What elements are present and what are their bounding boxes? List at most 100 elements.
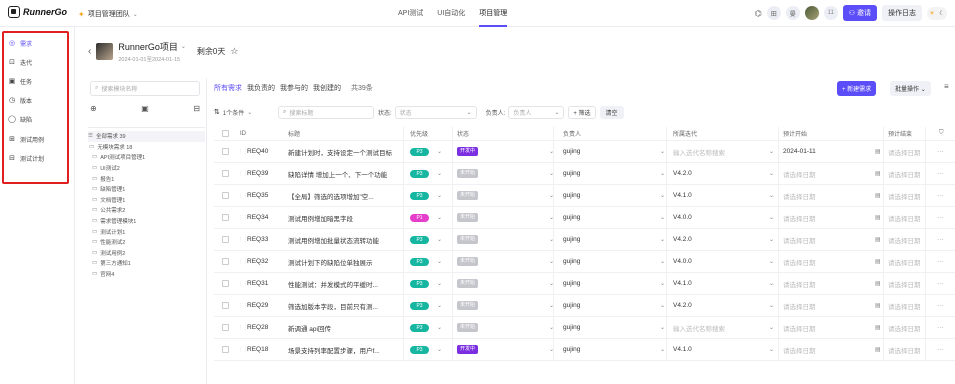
row-checkbox[interactable]	[222, 339, 232, 360]
start-date-picker[interactable]: 请选择日期 ▤	[783, 207, 883, 228]
row-checkbox[interactable]	[222, 317, 232, 338]
end-date-picker[interactable]: 请选择日期	[888, 317, 922, 338]
tab-project-management[interactable]: 项目管理	[479, 0, 508, 27]
owner-select[interactable]: gujing ⌄	[563, 141, 668, 162]
row-checkbox[interactable]	[222, 251, 232, 272]
table-row[interactable]: ⋮⋮ REQ32 测试计划下的缺陷位单独展示 P3 ⌄ 未开始 ⌄ gujing ⌄ V4.0.0…	[214, 251, 955, 273]
tab-my-created[interactable]: 我创建的	[313, 83, 341, 93]
table-row[interactable]: ⋮⋮ REQ34 测试用例增加暗黑字段 P1 ⌄ 未开始 ⌄ gujing ⌄ V4.0.0 ⌄ 请选…	[214, 207, 955, 229]
module-item[interactable]: ▭ 文档管理1	[88, 195, 205, 206]
more-icon[interactable]: ···	[937, 141, 949, 162]
iteration-select[interactable]: V4.1.0 ⌄	[673, 273, 777, 294]
checkbox[interactable]	[222, 346, 229, 353]
member-count[interactable]: 11	[823, 6, 838, 20]
module-item[interactable]: ▭ 测试用例2	[88, 248, 205, 259]
table-row[interactable]: ⋮⋮ REQ28 新调通 api回传 P3 ⌄ 未开始 ⌄ gujing ⌄ 输入迭代名称搜索 ⌄ 请…	[214, 317, 955, 339]
leftnav-item[interactable]: ◯ 缺陷	[8, 112, 64, 126]
start-date-picker[interactable]: 请选择日期 ▤	[783, 251, 883, 272]
end-date-picker[interactable]: 请选择日期	[888, 273, 922, 294]
chevron-down-icon[interactable]: ⌄	[181, 43, 186, 50]
priority-select[interactable]: P3 ⌄	[410, 295, 455, 316]
priority-select[interactable]: P3 ⌄	[410, 317, 455, 338]
start-date-picker[interactable]: 请选择日期 ▤	[783, 273, 883, 294]
req-title[interactable]: 筛选加版本字段，目前只有测...	[288, 295, 400, 316]
table-row[interactable]: ⋮⋮ REQ18 场景支持列率配置步骤，用户f... P3 ⌄ 开发中 ⌄ gujing ⌄ V4…	[214, 339, 955, 361]
status-select[interactable]: 未开始 ⌄	[457, 185, 557, 206]
end-date-picker[interactable]: 请选择日期	[888, 229, 922, 250]
start-date-picker[interactable]: 请选择日期 ▤	[783, 339, 883, 360]
drag-handle-icon[interactable]: ⋮⋮	[238, 251, 246, 272]
iteration-select[interactable]: V4.0.0 ⌄	[673, 207, 777, 228]
leftnav-item[interactable]: ⊟ 测试计划	[8, 151, 64, 165]
invite-button[interactable]: ⚇ 邀请	[842, 5, 877, 21]
req-title[interactable]: 场景支持列率配置步骤，用户f...	[288, 339, 400, 360]
start-date-picker[interactable]: 请选择日期 ▤	[783, 295, 883, 316]
checkbox[interactable]	[222, 170, 229, 177]
checkbox[interactable]	[222, 258, 229, 265]
operation-log-button[interactable]: 操作日志	[882, 5, 922, 21]
module-item[interactable]: ▭ 性能测试2	[88, 237, 205, 248]
end-date-picker[interactable]: 请选择日期	[888, 339, 922, 360]
select-all-checkbox[interactable]	[222, 127, 232, 140]
team-switcher[interactable]: ✦ 项目管理团队 ⌄	[78, 9, 138, 19]
add-filter-button[interactable]: + 筛选	[568, 105, 596, 119]
title-search-input[interactable]: ⌕ 搜索标题	[278, 105, 374, 119]
iteration-select[interactable]: 输入迭代名称搜索 ⌄	[673, 141, 777, 162]
status-filter-select[interactable]: 状态 ⌄	[394, 105, 477, 119]
menu-icon[interactable]: ≡	[944, 82, 949, 91]
row-checkbox[interactable]	[222, 141, 232, 162]
priority-select[interactable]: P3 ⌄	[410, 273, 455, 294]
leftnav-item[interactable]: ◷ 版本	[8, 93, 64, 107]
module-item[interactable]: ▭ 官网4	[88, 269, 205, 280]
end-date-picker[interactable]: 请选择日期	[888, 207, 922, 228]
drag-handle-icon[interactable]: ⋮⋮	[238, 185, 246, 206]
end-date-picker[interactable]: 请选择日期	[888, 163, 922, 184]
req-title[interactable]: 新调通 api回传	[288, 317, 400, 338]
more-icon[interactable]: ···	[937, 251, 949, 272]
end-date-picker[interactable]: 请选择日期	[888, 185, 922, 206]
owner-select[interactable]: gujing ⌄	[563, 185, 668, 206]
owner-select[interactable]: gujing ⌄	[563, 251, 668, 272]
start-date-picker[interactable]: 请选择日期 ▤	[783, 317, 883, 338]
owner-filter-select[interactable]: 负责人 ⌄	[508, 105, 565, 119]
drag-handle-icon[interactable]: ⋮⋮	[238, 207, 246, 228]
user-badge[interactable]: 晏	[785, 6, 800, 20]
iteration-select[interactable]: V4.2.0 ⌄	[673, 295, 777, 316]
req-title[interactable]: 测试计划下的缺陷位单独展示	[288, 251, 400, 272]
priority-select[interactable]: P3 ⌄	[410, 163, 455, 184]
leftnav-item[interactable]: ⊡ 迭代	[8, 55, 64, 69]
more-icon[interactable]: ···	[937, 185, 949, 206]
user-badge[interactable]: 田	[766, 6, 781, 20]
owner-select[interactable]: gujing ⌄	[563, 273, 668, 294]
status-select[interactable]: 未开始 ⌄	[457, 317, 557, 338]
end-date-picker[interactable]: 请选择日期	[888, 141, 922, 162]
status-select[interactable]: 未开始 ⌄	[457, 163, 557, 184]
condition-toggle[interactable]: ⇅ 1个条件 ⌄	[214, 108, 278, 117]
req-title[interactable]: 测试用例增加批量状态流转功能	[288, 229, 400, 250]
start-date-picker[interactable]: 请选择日期 ▤	[783, 229, 883, 250]
share-icon[interactable]: ⌬	[755, 9, 762, 18]
more-icon[interactable]: ···	[937, 207, 949, 228]
more-icon[interactable]: ···	[937, 229, 949, 250]
star-icon[interactable]: ☆	[230, 46, 238, 57]
drag-handle-icon[interactable]: ⋮⋮	[238, 295, 246, 316]
module-item[interactable]: ☰ 全部需求 39	[88, 131, 205, 142]
more-icon[interactable]: ···	[937, 163, 949, 184]
leftnav-item[interactable]: ▣ 任务	[8, 74, 64, 88]
end-date-picker[interactable]: 请选择日期	[888, 251, 922, 272]
checkbox[interactable]	[222, 130, 229, 137]
priority-select[interactable]: P3 ⌄	[410, 251, 455, 272]
table-row[interactable]: ⋮⋮ REQ40 新建计划时，支持设定一个测试目标 P3 ⌄ 开发中 ⌄ gujing ⌄ 输入迭…	[214, 141, 955, 163]
module-item[interactable]: ▭ API测试项目管理1	[88, 152, 205, 163]
add-module-icon[interactable]: ⊕	[90, 104, 97, 113]
project-info[interactable]: RunnerGo项目 ⌄ 2024-01-01至2024-01-15	[118, 40, 186, 63]
checkbox[interactable]	[222, 324, 229, 331]
table-row[interactable]: ⋮⋮ REQ33 测试用例增加批量状态流转功能 P3 ⌄ 未开始 ⌄ gujing ⌄ V4.2.…	[214, 229, 955, 251]
app-logo[interactable]: RunnerGo	[8, 6, 67, 18]
row-checkbox[interactable]	[222, 229, 232, 250]
tab-my-participated[interactable]: 我参与的	[280, 83, 308, 93]
back-icon[interactable]: ‹	[88, 46, 91, 57]
module-item[interactable]: ▭ 第三方通知1	[88, 258, 205, 269]
module-item[interactable]: ▭ 需求管理模块1	[88, 216, 205, 227]
iteration-select[interactable]: V4.2.0 ⌄	[673, 229, 777, 250]
